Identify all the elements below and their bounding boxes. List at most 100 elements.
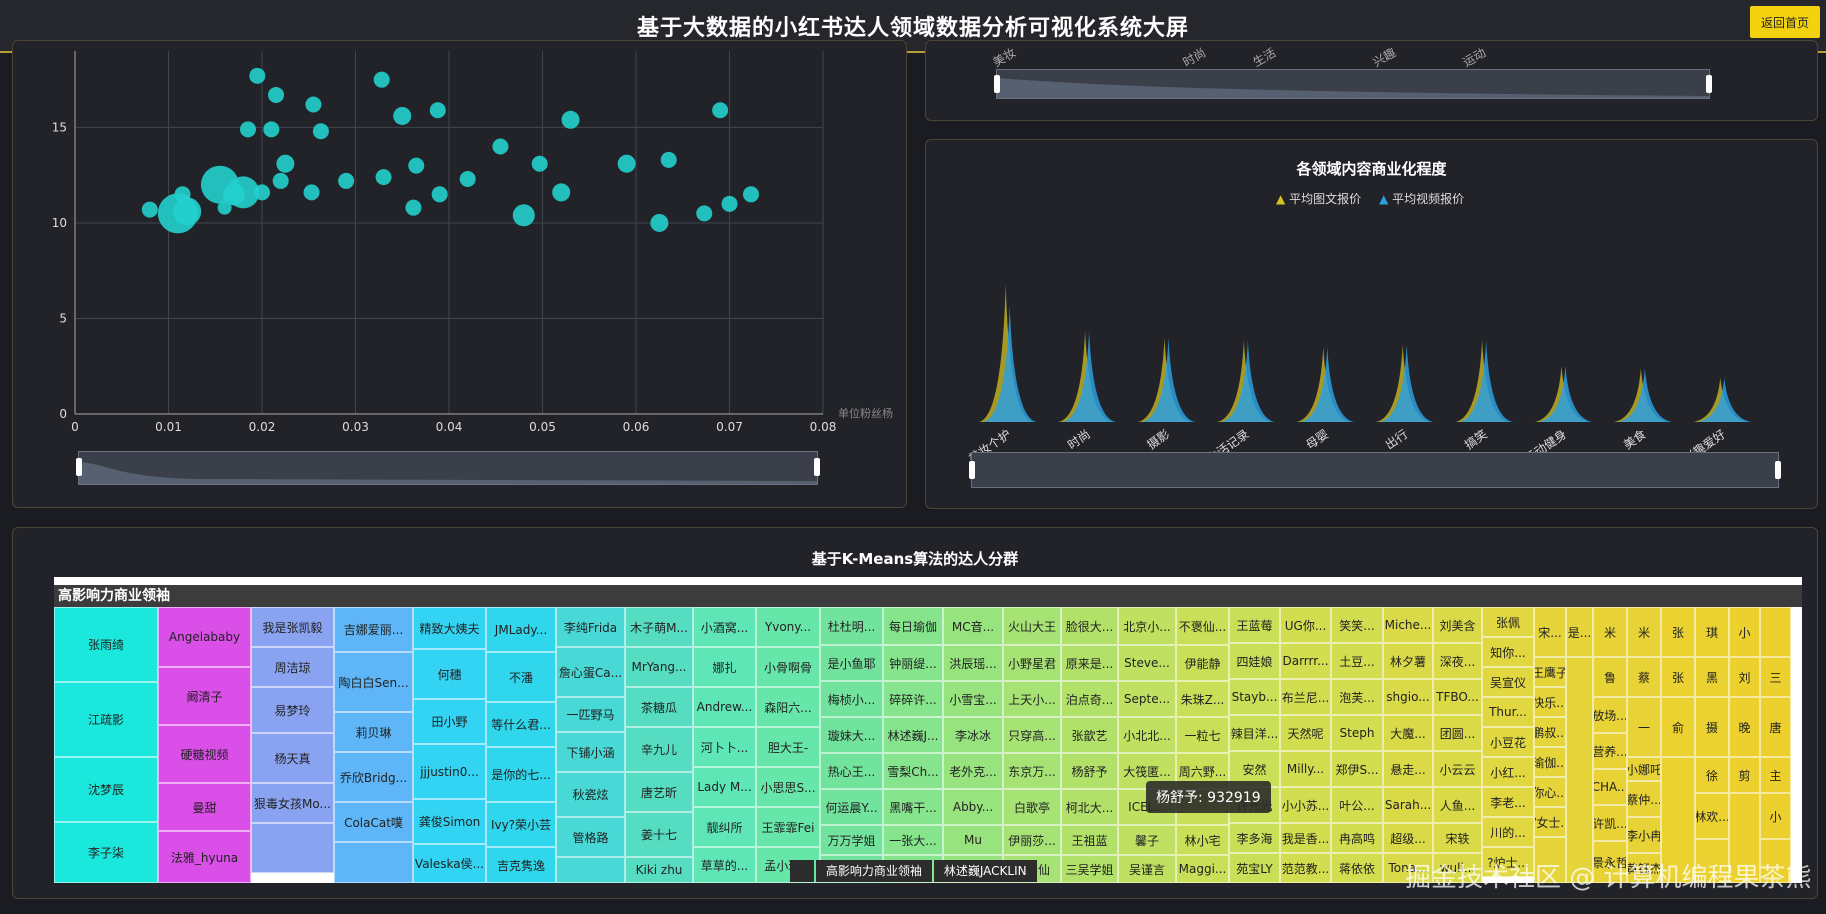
breadcrumb-root[interactable] (790, 860, 814, 882)
treemap-cell[interactable]: 我是张凯毅 (251, 607, 334, 647)
treemap-cell[interactable]: 河卜卜... (693, 727, 756, 767)
treemap-cell[interactable]: 唐 (1760, 697, 1791, 757)
treemap-cell[interactable]: 老外克... (943, 753, 1003, 789)
treemap-cell[interactable]: Andrew... (693, 687, 756, 727)
treemap-cell[interactable]: 放场... (1593, 697, 1627, 733)
treemap-cell[interactable]: 陶白白Sen... (334, 652, 413, 712)
treemap-cell[interactable]: 管格路 (556, 817, 625, 857)
treemap-cell[interactable]: 王蓝莓 (1229, 607, 1280, 643)
treemap-cell[interactable]: 张歆艺 (1061, 717, 1118, 753)
treemap-cell[interactable]: 黑嘴干... (883, 789, 943, 825)
treemap-cell[interactable] (556, 857, 625, 883)
treemap-cell[interactable]: UG你... (1280, 607, 1331, 643)
treemap-cell[interactable]: 大魔... (1383, 715, 1433, 751)
treemap-cell[interactable]: 小豆花 (1482, 727, 1534, 757)
treemap-cell[interactable]: 辛九儿 (625, 727, 693, 772)
treemap-cell[interactable]: MC音... (943, 607, 1003, 645)
treemap-cell[interactable]: 周洁琼 (251, 647, 334, 687)
treemap-cell[interactable]: Lady M... (693, 767, 756, 807)
treemap-cell[interactable]: 小野星君 (1003, 645, 1061, 681)
treemap-cell[interactable]: Ivy?荣小芸 (486, 802, 556, 847)
treemap-cell[interactable]: 精致大姨夫 (413, 607, 486, 649)
treemap-cell[interactable]: 团圆... (1433, 715, 1482, 751)
treemap-cell[interactable]: 蔡 (1627, 657, 1661, 697)
treemap-cell[interactable]: 宋... (1534, 607, 1566, 657)
treemap-cell[interactable]: 川的... (1482, 817, 1534, 847)
treemap-cell[interactable]: TFBO... (1433, 679, 1482, 715)
treemap-cell[interactable]: 万万学姐 (820, 825, 883, 855)
treemap-cell[interactable]: 辣目洋... (1229, 715, 1280, 751)
treemap-cell[interactable]: 范范教... (1280, 853, 1331, 883)
treemap-cell[interactable]: 杜杜明... (820, 607, 883, 645)
slider-handle-left[interactable] (76, 458, 82, 476)
treemap-cell[interactable]: 一匹野马 (556, 697, 625, 732)
treemap-cell[interactable]: 狠毒女孩Mo... (251, 783, 334, 823)
treemap-cell[interactable]: Valeska侯... (413, 844, 486, 883)
treemap-cell[interactable]: 阚清子 (158, 667, 251, 725)
treemap-cell[interactable]: 徐 (1695, 757, 1729, 793)
treemap-cell[interactable]: 超级... (1383, 823, 1433, 853)
treemap-cell[interactable]: 蒋依依 (1331, 853, 1383, 883)
treemap-cell[interactable]: 深夜... (1433, 643, 1482, 679)
treemap-cell[interactable]: 张 (1661, 607, 1695, 657)
kmeans-treemap[interactable]: 高影响力商业领袖 张雨绮 江疏影 沈梦辰 李子柒 Angelababy 阚清子 硬糖视频 曼甜… (54, 577, 1802, 883)
treemap-cell[interactable]: 俞 (1661, 697, 1695, 757)
treemap-cell[interactable]: ColaCat噗 (334, 802, 413, 842)
treemap-cell[interactable]: 沈梦辰 (54, 757, 158, 822)
treemap-cell[interactable]: 是小鱼耶 (820, 645, 883, 681)
treemap-cell[interactable]: 琪 (1695, 607, 1729, 657)
treemap-cell[interactable]: 吉克隽逸 (486, 847, 556, 883)
treemap-cell[interactable]: 叶公... (1331, 787, 1383, 823)
treemap-cell[interactable]: Maggi... (1176, 855, 1229, 883)
treemap-cell[interactable]: 林述巍J... (883, 717, 943, 753)
treemap-cell[interactable]: Milly... (1280, 751, 1331, 787)
commercial-zoom-slider[interactable] (969, 452, 1781, 488)
treemap-cell[interactable]: 杨舒予 (1061, 753, 1118, 789)
treemap-cell[interactable]: 姜十七 (625, 812, 693, 857)
treemap-cell[interactable]: 黑 (1695, 657, 1729, 697)
treemap-cell[interactable]: 火山大王 (1003, 607, 1061, 645)
treemap-cell[interactable]: Steve... (1118, 645, 1176, 681)
treemap-cell[interactable]: 你心... (1534, 777, 1566, 807)
treemap-cell[interactable]: 笑笑... (1331, 607, 1383, 643)
treemap-cell[interactable]: Abby... (943, 789, 1003, 825)
treemap-cell[interactable]: 天然呢 (1280, 715, 1331, 751)
treemap-cell[interactable]: 梅桢小... (820, 681, 883, 717)
treemap-cell[interactable]: 李纯Frida (556, 607, 625, 647)
treemap-cell[interactable]: 只穿高... (1003, 717, 1061, 753)
treemap-cell[interactable]: 土豆... (1331, 643, 1383, 679)
treemap-cell[interactable]: 李子柒 (54, 822, 158, 883)
treemap-cell[interactable]: Mu (943, 825, 1003, 855)
treemap-cell[interactable]: 宋轶 (1433, 823, 1482, 853)
treemap-cell[interactable]: shgio... (1383, 679, 1433, 715)
treemap-cell[interactable]: 胆大王- (756, 727, 820, 767)
treemap-cell[interactable]: 何运晨Y... (820, 789, 883, 825)
treemap-cell[interactable]: 林小宅 (1176, 825, 1229, 855)
treemap-cell[interactable]: 晚 (1729, 697, 1760, 757)
treemap-cell[interactable]: 吴宣仪 (1482, 667, 1534, 697)
treemap-cell[interactable]: 米 (1593, 607, 1627, 657)
treemap-cell[interactable]: 龚俊Simon (413, 799, 486, 844)
treemap-cell[interactable]: 每日瑜伽 (883, 607, 943, 645)
treemap-cell[interactable]: 李多海 (1229, 823, 1280, 853)
treemap-cell[interactable]: 易梦玲 (251, 687, 334, 733)
treemap-cell[interactable]: 王祖蓝 (1061, 825, 1118, 855)
treemap-cell[interactable]: 三吴学姐 (1061, 855, 1118, 883)
treemap-cell[interactable]: 原来是... (1061, 645, 1118, 681)
treemap-cell[interactable]: 蔡仲... (1627, 781, 1661, 817)
treemap-cell[interactable]: 快乐... (1534, 687, 1566, 717)
treemap-cell[interactable]: 郑伊S... (1331, 751, 1383, 787)
treemap-cell[interactable]: 娜扎 (693, 647, 756, 687)
treemap-cell[interactable]: 布兰尼... (1280, 679, 1331, 715)
treemap-cell[interactable]: 馨子 (1118, 825, 1176, 855)
treemap-cell[interactable]: 小思思S... (756, 767, 820, 807)
treemap-cell[interactable]: 小 (1729, 607, 1760, 657)
treemap-cell[interactable]: 李冰冰 (943, 717, 1003, 753)
treemap-cell[interactable]: 四娃娘 (1229, 643, 1280, 679)
treemap-cell[interactable]: 一 (1627, 697, 1661, 757)
treemap-cell[interactable]: MrYang... (625, 647, 693, 687)
treemap-cell[interactable]: 林夕薯 (1383, 643, 1433, 679)
treemap-cell[interactable]: 小小苏... (1280, 787, 1331, 823)
treemap-cell[interactable]: 何穗 (413, 649, 486, 699)
treemap-cell[interactable]: 一粒七 (1176, 717, 1229, 753)
